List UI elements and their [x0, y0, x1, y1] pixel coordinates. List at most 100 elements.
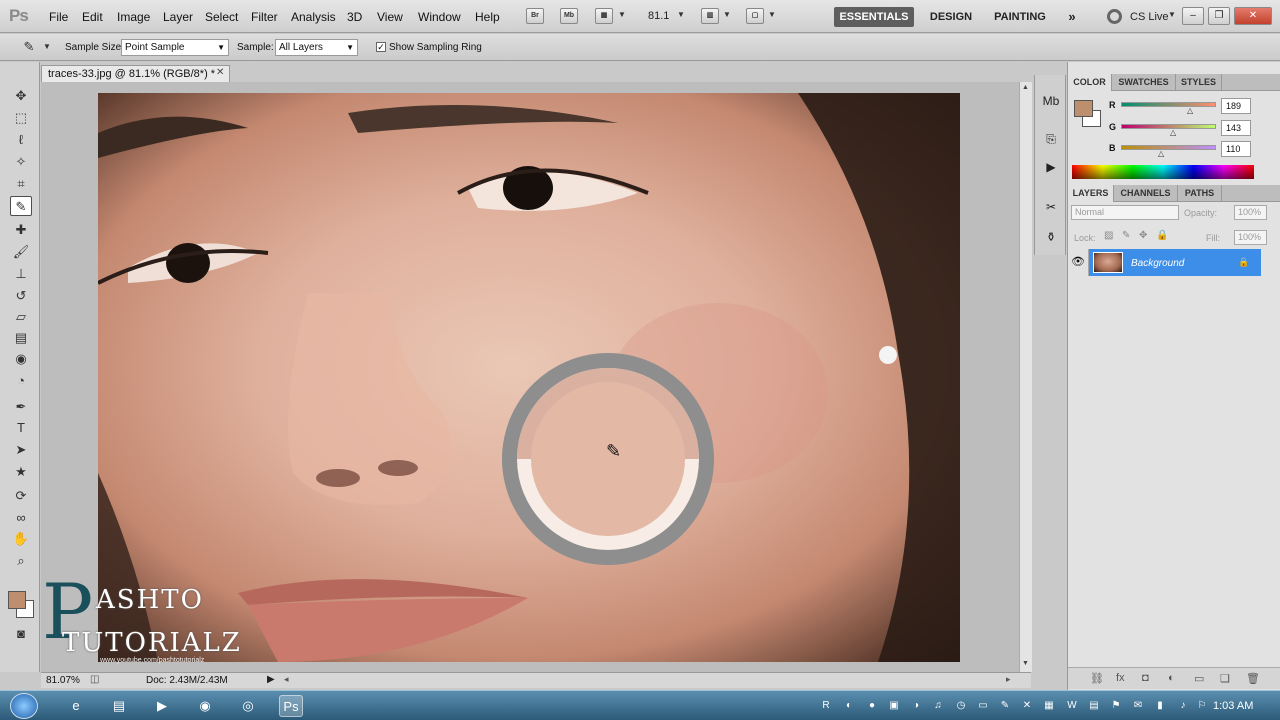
scroll-down-icon[interactable]: ▼ [1022, 660, 1029, 667]
chevron-down-icon[interactable]: ▼ [1168, 10, 1176, 19]
adjustment-layer-icon[interactable]: ◐ [1168, 672, 1175, 684]
menu-select[interactable]: Select [205, 10, 238, 24]
green-slider-thumb-icon[interactable]: △ [1170, 128, 1176, 137]
tool-presets-icon[interactable]: ✂ [1042, 199, 1060, 215]
marquee-icon[interactable]: ⬚ [10, 108, 32, 128]
quick-select-icon[interactable]: ✧ [10, 152, 32, 172]
color-panel-foreground-swatch[interactable] [1074, 100, 1093, 117]
show-sampling-ring-label[interactable]: Show Sampling Ring [389, 42, 482, 53]
tab-channels[interactable]: CHANNELS [1114, 185, 1178, 202]
link-layers-icon[interactable]: ⛓ [1090, 672, 1104, 685]
red-slider-thumb-icon[interactable]: △ [1187, 106, 1193, 115]
status-menu-arrow-icon[interactable]: ▶ [267, 674, 275, 685]
tray-app-icon[interactable]: ♫ [930, 698, 946, 714]
gradient-icon[interactable]: ▤ [10, 328, 32, 348]
start-button[interactable] [10, 693, 38, 719]
history-brush-icon[interactable]: ↺ [10, 286, 32, 306]
new-group-icon[interactable]: ▭ [1194, 672, 1204, 685]
mini-bridge-panel-icon[interactable]: Mb [1042, 93, 1060, 109]
internet-explorer-icon[interactable]: e [64, 695, 88, 717]
lasso-icon[interactable]: ℓ [10, 130, 32, 150]
delete-layer-icon[interactable]: 🗑 [1246, 672, 1260, 685]
tray-app-icon[interactable]: ◷ [953, 698, 969, 714]
workspace-essentials[interactable]: ESSENTIALS [834, 7, 914, 27]
menu-edit[interactable]: Edit [82, 10, 103, 24]
menu-layer[interactable]: Layer [163, 10, 193, 24]
arrange-documents-icon[interactable]: ▥ [701, 8, 719, 24]
chevron-down-icon[interactable]: ▼ [677, 10, 685, 19]
brush-icon[interactable]: 🖌 [10, 242, 32, 262]
tray-app-icon[interactable]: ▤ [1086, 698, 1102, 714]
action-center-icon[interactable]: ⚐ [1194, 698, 1210, 714]
menu-window[interactable]: Window [418, 10, 461, 24]
move-icon[interactable]: ✥ [10, 86, 32, 106]
screen-mode-icon[interactable]: ▢ [746, 8, 764, 24]
minimize-button[interactable]: – [1182, 7, 1204, 25]
close-button[interactable]: ✕ [1234, 7, 1272, 25]
path-select-icon[interactable]: ➤ [10, 440, 32, 460]
close-icon[interactable]: ✕ [216, 67, 224, 78]
3d-orbit-icon[interactable]: ∞ [10, 508, 32, 528]
tab-styles[interactable]: STYLES [1176, 74, 1222, 91]
preview-icon[interactable]: ◫ [90, 674, 99, 685]
layer-thumbnail[interactable] [1093, 252, 1123, 273]
menu-analysis[interactable]: Analysis [291, 10, 336, 24]
layer-name[interactable]: Background [1131, 258, 1184, 269]
chevron-down-icon[interactable]: ▼ [618, 10, 626, 19]
opacity-field[interactable]: 100% [1234, 205, 1267, 220]
dodge-icon[interactable]: ◔ [10, 371, 32, 391]
history-panel-icon[interactable]: ⎘ [1042, 131, 1060, 147]
red-channel-value[interactable]: 189 [1221, 98, 1251, 114]
zoom-level-field[interactable]: 81.1 [648, 10, 669, 22]
menu-help[interactable]: Help [475, 10, 500, 24]
eyedropper-icon[interactable]: ✎ [10, 196, 32, 216]
volume-icon[interactable]: ♪ [1175, 698, 1191, 714]
tab-color[interactable]: COLOR [1068, 74, 1112, 91]
chevron-down-icon[interactable]: ▼ [723, 10, 731, 19]
blue-channel-value[interactable]: 110 [1221, 141, 1251, 157]
scroll-up-icon[interactable]: ▲ [1022, 84, 1029, 91]
show-sampling-ring-checkbox[interactable]: ✓ [376, 42, 386, 52]
chrome-icon[interactable]: ◎ [236, 695, 260, 717]
clone-stamp-icon[interactable]: ⊥ [10, 264, 32, 284]
zoom-icon[interactable]: ⌕ [10, 551, 32, 571]
mini-bridge-button[interactable]: Mb [560, 8, 578, 24]
fill-field[interactable]: 100% [1234, 230, 1267, 245]
network-icon[interactable]: ▮ [1152, 698, 1168, 714]
more-workspaces-button[interactable]: » [1064, 7, 1080, 27]
zoom-status[interactable]: 81.07% [46, 675, 80, 686]
bridge-button[interactable]: Br [526, 8, 544, 24]
red-channel-slider[interactable] [1121, 102, 1216, 107]
crop-icon[interactable]: ⌗ [10, 174, 32, 194]
tray-app-icon[interactable]: W [1064, 698, 1080, 714]
blur-icon[interactable]: ◉ [10, 349, 32, 369]
layer-visibility-eye-icon[interactable]: 👁 [1068, 249, 1089, 276]
menu-file[interactable]: File [49, 10, 68, 24]
tray-app-icon[interactable]: ✉ [1130, 698, 1146, 714]
lock-all-icon[interactable]: 🔒 [1156, 230, 1168, 241]
blend-mode-select[interactable]: Normal [1071, 205, 1179, 220]
layer-style-icon[interactable]: fx [1116, 672, 1125, 684]
taskbar-clock[interactable]: 1:03 AM [1213, 700, 1253, 712]
lock-position-icon[interactable]: ✥ [1139, 230, 1147, 241]
tray-record-icon[interactable]: ● [864, 698, 880, 714]
tab-swatches[interactable]: SWATCHES [1112, 74, 1176, 91]
menu-image[interactable]: Image [117, 10, 150, 24]
layer-mask-icon[interactable]: ◘ [1142, 672, 1149, 684]
vertical-scrollbar[interactable]: ▲ ▼ [1019, 82, 1032, 672]
firefox-icon[interactable]: ◉ [193, 695, 217, 717]
workspace-painting[interactable]: PAINTING [990, 7, 1050, 27]
workspace-design[interactable]: DESIGN [928, 7, 974, 27]
photoshop-taskbar-icon[interactable]: Ps [279, 695, 303, 717]
media-player-icon[interactable]: ▶ [150, 695, 174, 717]
scroll-right-icon[interactable]: ▸ [1006, 674, 1011, 685]
3d-rotate-icon[interactable]: ⟳ [10, 486, 32, 506]
restore-button[interactable]: ❐ [1208, 7, 1230, 25]
blue-channel-slider[interactable] [1121, 145, 1216, 150]
tray-app-icon[interactable]: ▦ [1041, 698, 1057, 714]
hand-icon[interactable]: ✋ [10, 529, 32, 549]
lock-transparent-icon[interactable]: ▨ [1104, 230, 1113, 241]
clone-source-icon[interactable]: ⚱ [1042, 229, 1060, 245]
tray-app-icon[interactable]: ✕ [1019, 698, 1035, 714]
tray-app-icon[interactable]: ▣ [886, 698, 902, 714]
